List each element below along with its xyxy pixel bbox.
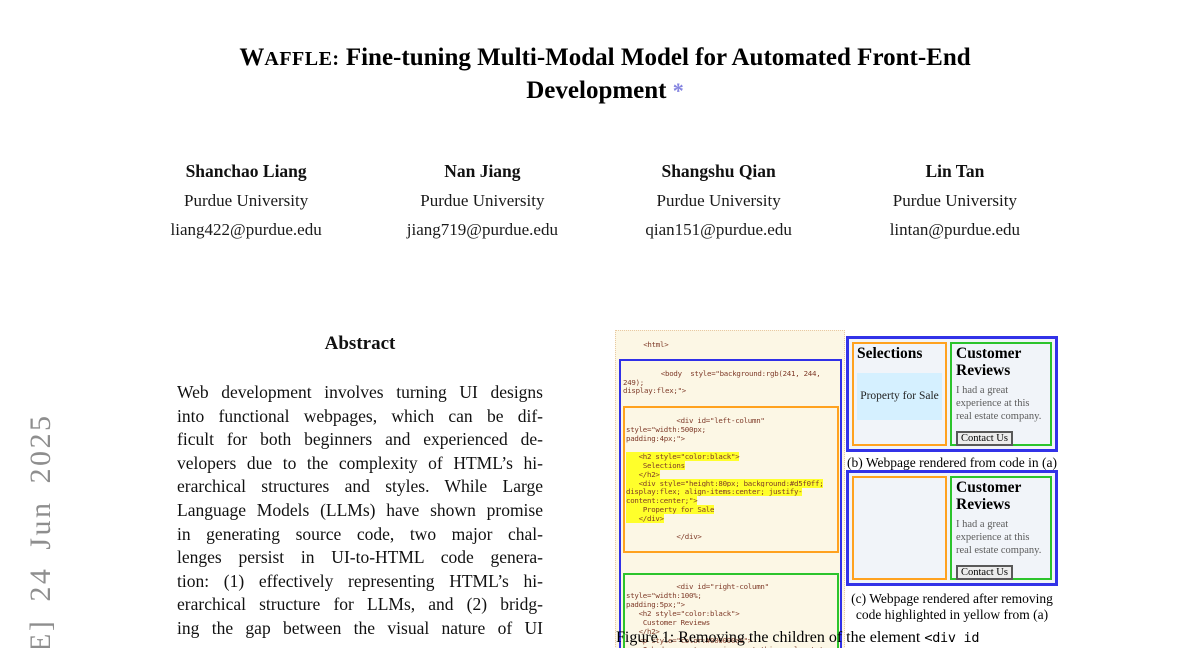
highlighted-code: <h2 style="color:black"> Selections </h2… <box>626 452 823 523</box>
abstract-line: ficult for both beginners and experience… <box>177 428 543 452</box>
selections-heading: Selections <box>857 346 942 363</box>
rendered-right-column: Customer Reviews I had a great experienc… <box>950 476 1052 580</box>
webpage-panel-c: Customer Reviews I had a great experienc… <box>846 470 1058 586</box>
body-element-box: <body style="background:rgb(241, 244, 24… <box>619 359 842 648</box>
paper-page: E] 24 Jun 2025 WAFFLE: Fine-tuning Multi… <box>0 0 1200 648</box>
abstract-line: erarchical structures and styles. While … <box>177 475 543 499</box>
caption-b: (b) Webpage rendered from code in (a) <box>836 455 1068 471</box>
left-column-element-box: <div id="left-column" style="width:500px… <box>623 406 839 553</box>
author-affiliation: Purdue University <box>128 190 364 212</box>
contact-us-button: Contact Us <box>956 431 1013 446</box>
webpage-panel-b: Selections Property for Sale Customer Re… <box>846 336 1058 452</box>
code-left-column-close: </div> <box>668 532 702 541</box>
title-footnote-asterisk: * <box>673 78 684 103</box>
author-card: Shangshu Qian Purdue University qian151@… <box>601 160 837 241</box>
abstract-line: lenges persist in UI-to-HTML code genera… <box>177 546 543 570</box>
paper-title: WAFFLE: Fine-tuning Multi-Modal Model fo… <box>145 42 1065 107</box>
figure-caption-text: Figure 1: Removing the children of the e… <box>616 629 924 646</box>
arxiv-stamp: E] 24 Jun 2025 <box>24 414 58 648</box>
abstract-line: tion: (1) effectively representing HTML’… <box>177 570 543 594</box>
caption-c-line2: code highlighted in yellow from (a) <box>836 607 1068 623</box>
review-paragraph: I had a great experience at this real es… <box>956 519 1046 557</box>
title-lead-cap: W <box>239 44 264 71</box>
title-small-caps: AFFLE: <box>264 48 339 70</box>
abstract-line: into functional webpages, which can be d… <box>177 405 543 429</box>
code-left-column-open: <div id="left-column" style="width:500px… <box>626 416 769 443</box>
figure-caption-code: <div id <box>924 630 979 646</box>
author-email: qian151@purdue.edu <box>601 219 837 241</box>
author-email: lintan@purdue.edu <box>837 219 1073 241</box>
author-card: Shanchao Liang Purdue University liang42… <box>128 160 364 241</box>
abstract-line: erarchical structure for LLMs, and (2) b… <box>177 593 543 617</box>
review-paragraph: I had a great experience at this real es… <box>956 385 1046 423</box>
authors-row: Shanchao Liang Purdue University liang42… <box>128 160 1073 241</box>
author-name: Lin Tan <box>837 160 1073 182</box>
title-line-1: WAFFLE: Fine-tuning Multi-Modal Model fo… <box>145 42 1065 75</box>
rendered-left-column: Selections Property for Sale <box>852 342 947 446</box>
author-affiliation: Purdue University <box>837 190 1073 212</box>
abstract-line: velopers due to the complexity of HTML’s… <box>177 452 543 476</box>
customer-reviews-heading: Customer Reviews <box>956 346 1046 379</box>
author-email: jiang719@purdue.edu <box>364 219 600 241</box>
rendered-left-column-empty <box>852 476 947 580</box>
rendered-right-column: Customer Reviews I had a great experienc… <box>950 342 1052 446</box>
customer-reviews-heading: Customer Reviews <box>956 480 1046 513</box>
author-card: Nan Jiang Purdue University jiang719@pur… <box>364 160 600 241</box>
author-email: liang422@purdue.edu <box>128 219 364 241</box>
code-html-open: <html> <box>643 340 668 349</box>
abstract-line: ing the gap between the visual nature of… <box>177 617 543 641</box>
title-main-text: Fine-tuning Multi-Modal Model for Automa… <box>340 44 971 71</box>
abstract-line: Language Models (LLMs) have shown promis… <box>177 499 543 523</box>
abstract-heading: Abstract <box>177 333 543 355</box>
code-body-open: <body style="background:rgb(241, 244, 24… <box>623 369 825 396</box>
author-name: Shanchao Liang <box>128 160 364 182</box>
figure-caption: Figure 1: Removing the children of the e… <box>616 627 1076 648</box>
figure-code-panel: <html> <body style="background:rgb(241, … <box>615 330 845 648</box>
contact-us-button: Contact Us <box>956 565 1013 580</box>
author-affiliation: Purdue University <box>601 190 837 212</box>
abstract-line: in generating source code, two major cha… <box>177 523 543 547</box>
author-name: Nan Jiang <box>364 160 600 182</box>
html-css-code: <html> <body style="background:rgb(241, … <box>615 330 845 648</box>
abstract-paragraph: Web development involves turning UI desi… <box>177 381 543 641</box>
caption-c: (c) Webpage rendered after removing code… <box>836 591 1068 623</box>
highlighted-code-block: <h2 style="color:black"> Selections </h2… <box>626 453 837 524</box>
author-affiliation: Purdue University <box>364 190 600 212</box>
title-line-2: Development * <box>145 75 1065 107</box>
abstract-line: Web development involves turning UI desi… <box>177 381 543 405</box>
author-card: Lin Tan Purdue University lintan@purdue.… <box>837 160 1073 241</box>
property-for-sale-box: Property for Sale <box>857 373 942 420</box>
title-line2-text: Development <box>526 77 673 104</box>
author-name: Shangshu Qian <box>601 160 837 182</box>
caption-c-line1: (c) Webpage rendered after removing <box>836 591 1068 607</box>
